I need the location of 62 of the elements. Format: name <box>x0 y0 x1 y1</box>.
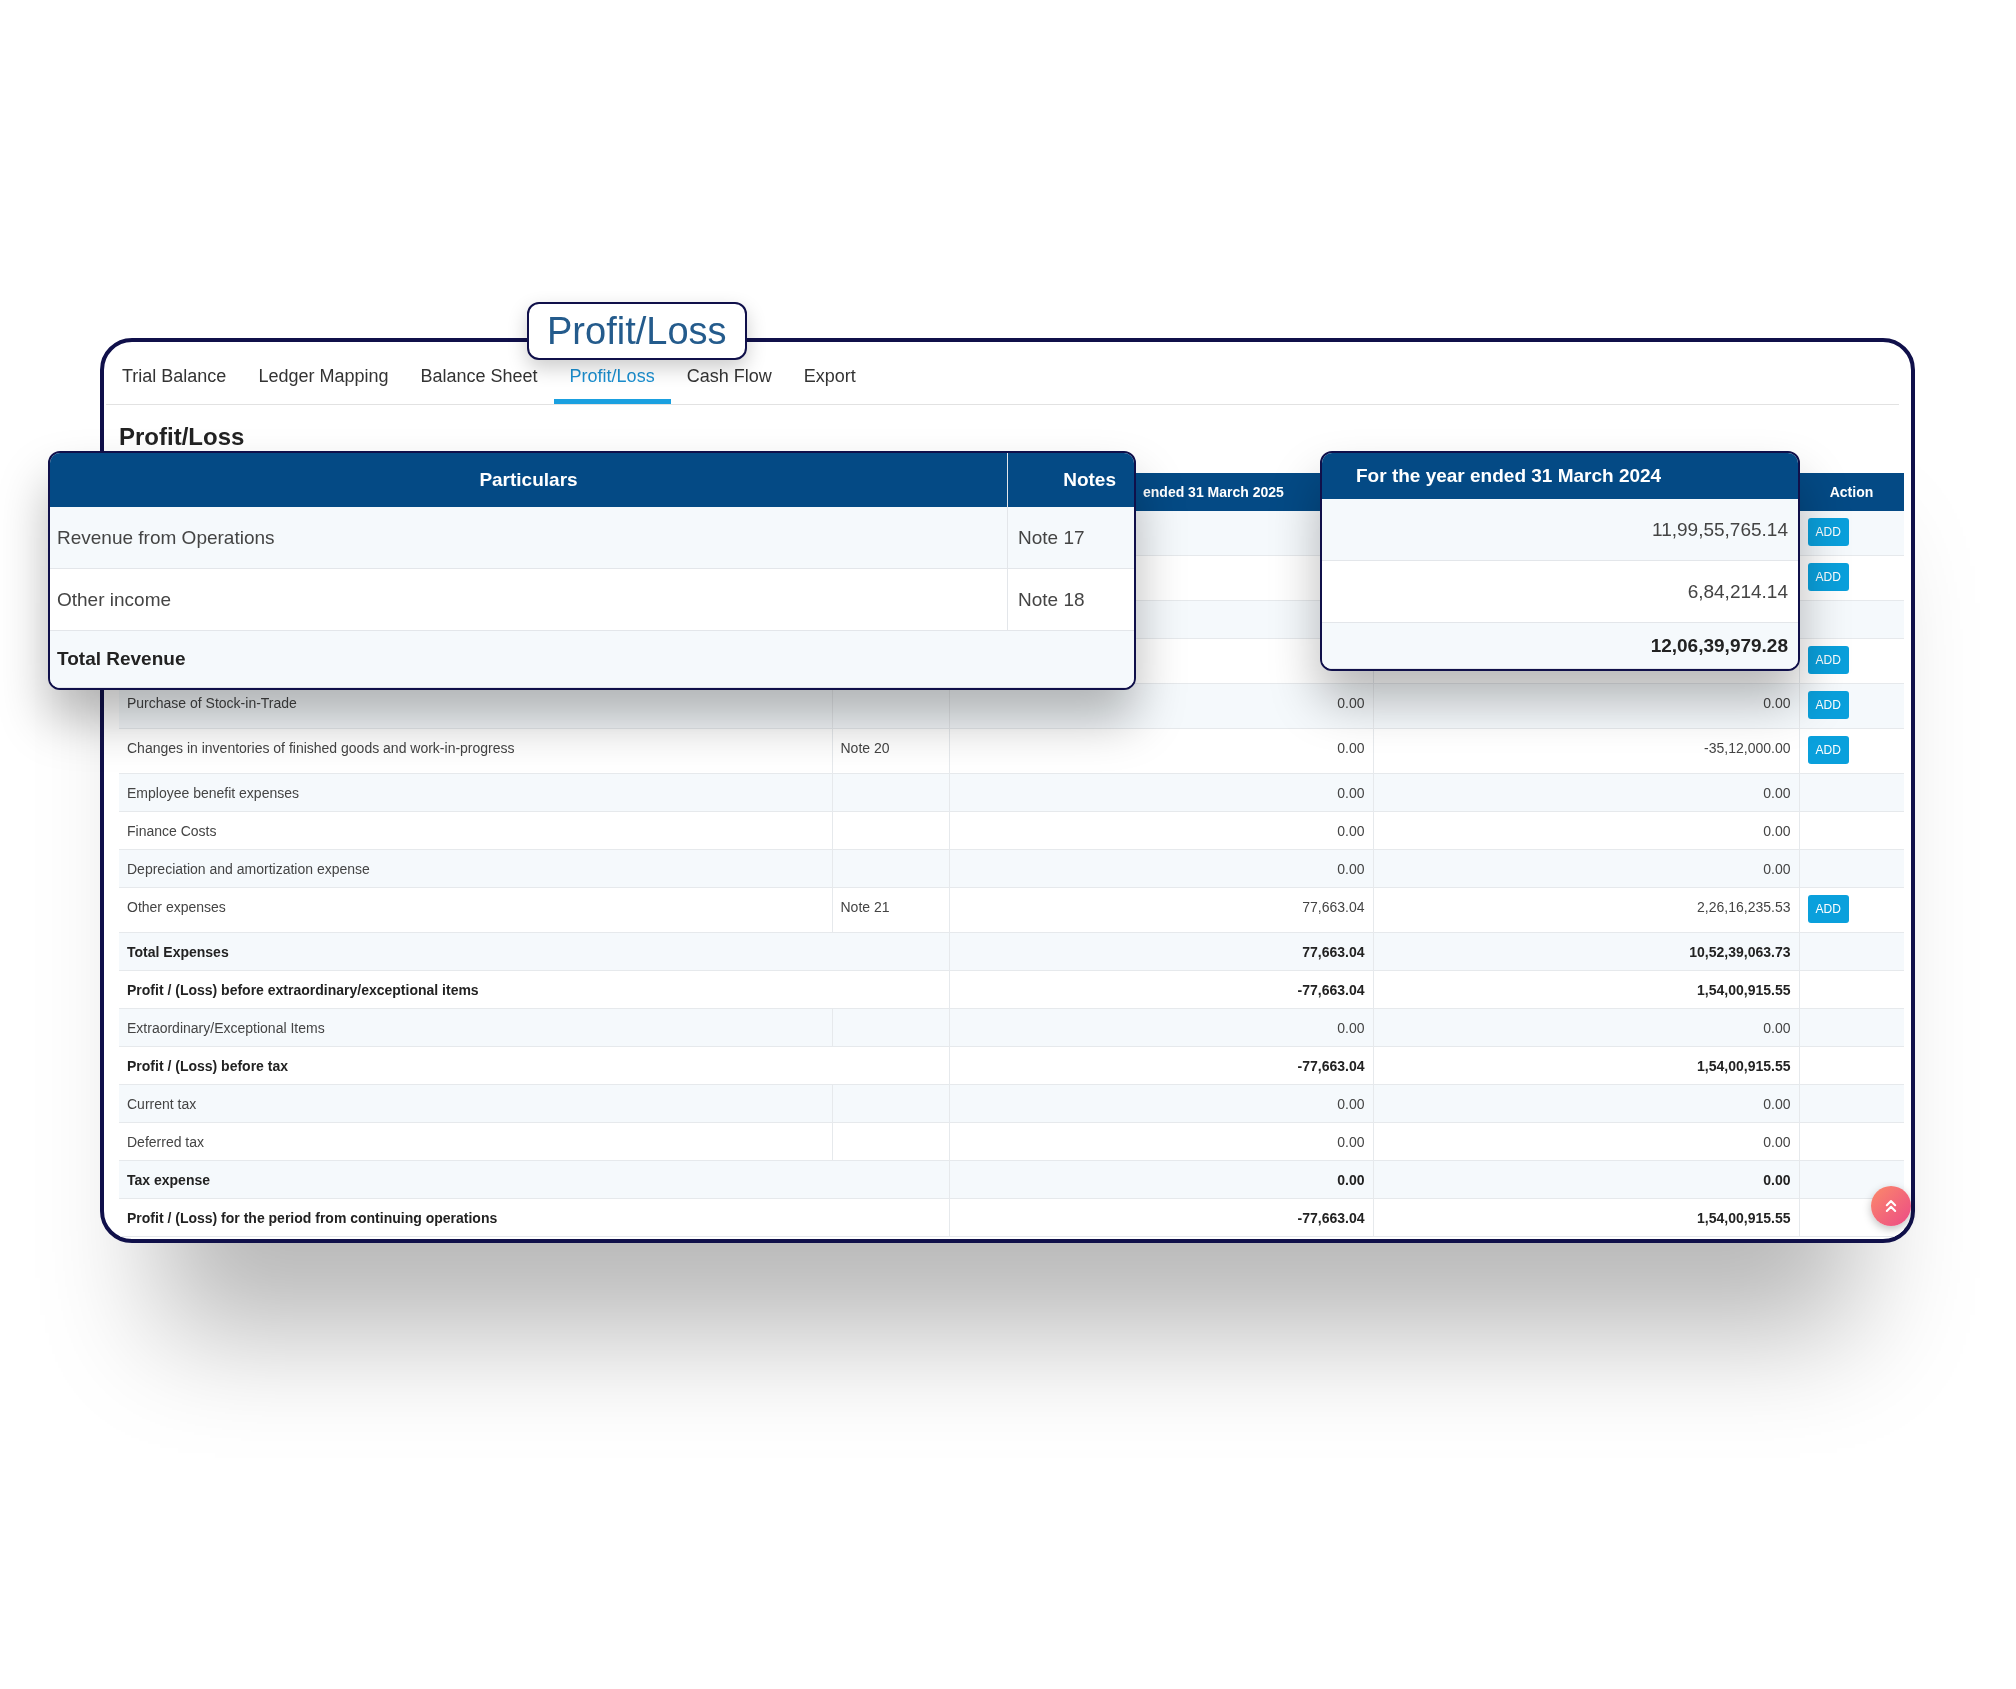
table-cell: Profit / (Loss) before tax <box>119 1046 949 1085</box>
table-cell: 1,54,00,915.55 <box>1373 970 1799 1009</box>
table-cell-text: Total Revenue <box>56 647 187 671</box>
table-cell: Note 21 <box>832 887 949 933</box>
add-button[interactable]: ADD <box>1807 518 1849 546</box>
tab-tooltip: Profit/Loss <box>527 302 747 360</box>
table-cell: Other income <box>50 569 1008 630</box>
table-cell: Profit / (Loss) for the period from continuing operations <box>119 1198 949 1237</box>
table-cell: Profit / (Loss) before extraordinary/exceptional items <box>119 970 949 1009</box>
table-cell-text: 12,06,39,979.28 <box>1649 633 1789 658</box>
table-cell: 0.00 <box>949 1008 1373 1047</box>
table-cell: -35,12,000.00 <box>1373 728 1799 774</box>
table-cell-text: 11,99,55,765.14 <box>1651 517 1789 542</box>
table-cell: 0.00 <box>1373 1160 1799 1199</box>
table-cell: Depreciation and amortization expense <box>119 849 832 888</box>
table-cell: Employee benefit expenses <box>119 773 832 812</box>
table-cell: 0.00 <box>1373 811 1799 850</box>
table-cell: 0.00 <box>949 728 1373 774</box>
table-cell: 77,663.04 <box>949 932 1373 971</box>
column-header: Action <box>1799 473 1904 511</box>
page-title: Profit/Loss <box>119 422 246 452</box>
table-cell: Note 20 <box>832 728 949 774</box>
table-cell: Other expenses <box>119 887 832 933</box>
table-cell: 1,54,00,915.55 <box>1373 1046 1799 1085</box>
add-button[interactable]: ADD <box>1807 736 1849 764</box>
table-cell: Deferred tax <box>119 1122 832 1161</box>
table-cell: 0.00 <box>949 1160 1373 1199</box>
table-cell: 0.00 <box>949 1084 1373 1123</box>
table-cell: -77,663.04 <box>949 1198 1373 1237</box>
tab[interactable]: Trial Balance <box>106 342 243 404</box>
table-cell-text: 6,84,214.14 <box>1686 579 1789 604</box>
table-cell-text: Note 18 <box>1017 587 1086 612</box>
table-cell: 77,663.04 <box>949 887 1373 933</box>
table-cell: Finance Costs <box>119 811 832 850</box>
table-cell: 10,52,39,063.73 <box>1373 932 1799 971</box>
add-button[interactable]: ADD <box>1807 646 1849 674</box>
table-cell: 0.00 <box>1373 1084 1799 1123</box>
table-cell-text: Note 17 <box>1017 525 1086 550</box>
table-cell: 0.00 <box>1373 1008 1799 1047</box>
table-cell: Tax expense <box>119 1160 949 1199</box>
table-cell: 1,54,00,915.55 <box>1373 1198 1799 1237</box>
add-button[interactable]: ADD <box>1807 691 1849 719</box>
table-cell: Extraordinary/Exceptional Items <box>119 1008 832 1047</box>
table-cell: 0.00 <box>1373 849 1799 888</box>
table-cell: -77,663.04 <box>949 1046 1373 1085</box>
add-button[interactable]: ADD <box>1807 895 1849 923</box>
tab[interactable]: Export <box>787 342 872 404</box>
tab[interactable]: Ledger Mapping <box>242 342 405 404</box>
table-cell: 0.00 <box>1373 773 1799 812</box>
table-cell: 0.00 <box>949 773 1373 812</box>
table-cell: -77,663.04 <box>949 970 1373 1009</box>
table-cell: Total Expenses <box>119 932 949 971</box>
table-cell: 0.00 <box>1373 683 1799 729</box>
table-cell: 2,26,16,235.53 <box>1373 887 1799 933</box>
table-cell: Revenue from Operations <box>50 507 1008 568</box>
table-cell: 0.00 <box>1373 1122 1799 1161</box>
add-button[interactable]: ADD <box>1807 563 1849 591</box>
table-cell: Current tax <box>119 1084 832 1123</box>
table-cell: 0.00 <box>949 811 1373 850</box>
table-cell: 0.00 <box>949 1122 1373 1161</box>
table-cell: 0.00 <box>949 849 1373 888</box>
table-cell: Changes in inventories of finished goods and work-in-progress <box>119 728 832 774</box>
